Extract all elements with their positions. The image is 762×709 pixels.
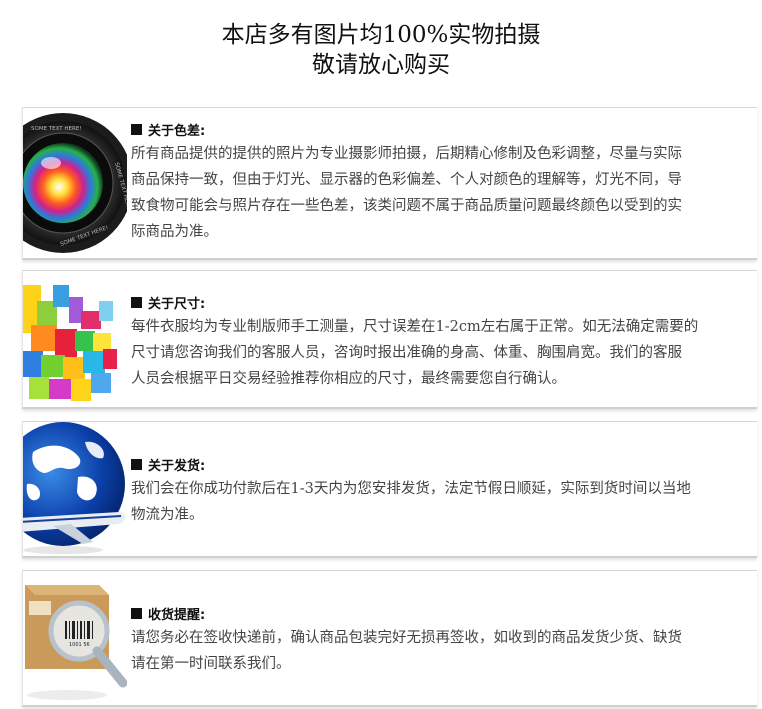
section-title-text: 关于发货: <box>148 459 206 474</box>
section-sizing: 关于尺寸: 每件衣服均为专业制版师手工测量，尺寸误差在1-2cm左右属于正常。如… <box>22 270 757 409</box>
body-line: 我们会在你成功付款后在1-3天内为您安排发货，法定节假日顺延，实际到货时间以当地 <box>131 481 691 497</box>
square-bullet-icon <box>131 297 142 308</box>
globe-airplane-image <box>23 422 127 556</box>
body-line: 商品保持一致，但由于灯光、显示器的色彩偏差、个人对颜色的理解等，灯光不同，导 <box>131 172 682 188</box>
barcode-number: 1001 56 <box>69 642 90 648</box>
section-receiving-reminder: 1001 56 收货提醒: 请您务必在签收快递前，确认商品包装完好无损再签收，如… <box>22 570 757 707</box>
camera-lens-image: SOME TEXT HERE! SOME TEXT HERE! SOME TEX… <box>23 108 127 258</box>
header-line-2: 敬请放心购买 <box>312 52 450 78</box>
header-line-1: 本店多有图片均100%实物拍摄 <box>221 22 541 48</box>
section-color-difference: SOME TEXT HERE! SOME TEXT HERE! SOME TEX… <box>22 107 757 260</box>
body-line: 请在第一时间联系我们。 <box>131 656 291 672</box>
section-title: 关于色差: <box>131 120 757 139</box>
body-line: 所有商品提供的提供的照片为专业摄影师拍摄，后期精心修制及色彩调整，尽量与实际 <box>131 146 682 162</box>
section-content: 关于发货: 我们会在你成功付款后在1-3天内为您安排发货，法定节假日顺延，实际到… <box>131 455 757 528</box>
square-bullet-icon <box>131 124 142 135</box>
colored-cubes-image <box>23 271 127 407</box>
section-body: 请您务必在签收快递前，确认商品包装完好无损再签收，如收到的商品发货少货、缺货 请… <box>131 625 757 677</box>
section-title: 关于发货: <box>131 455 757 474</box>
body-line: 物流为准。 <box>131 507 204 523</box>
section-title-text: 关于尺寸: <box>148 297 206 312</box>
section-title-text: 关于色差: <box>148 124 206 139</box>
section-content: 关于色差: 所有商品提供的提供的照片为专业摄影师拍摄，后期精心修制及色彩调整，尽… <box>131 120 757 245</box>
square-bullet-icon <box>131 459 142 470</box>
section-body: 我们会在你成功付款后在1-3天内为您安排发货，法定节假日顺延，实际到货时间以当地… <box>131 476 757 528</box>
page-header: 本店多有图片均100%实物拍摄 敬请放心购买 <box>0 20 762 80</box>
body-line: 每件衣服均为专业制版师手工测量，尺寸误差在1-2cm左右属于正常。如无法确定需要… <box>131 319 699 335</box>
section-body: 每件衣服均为专业制版师手工测量，尺寸误差在1-2cm左右属于正常。如无法确定需要… <box>131 314 757 392</box>
section-content: 关于尺寸: 每件衣服均为专业制版师手工测量，尺寸误差在1-2cm左右属于正常。如… <box>131 293 757 392</box>
package-magnifier-image: 1001 56 <box>23 571 127 705</box>
body-line: 人员会根据平日交易经验推荐你相应的尺寸，最终需要您自行确认。 <box>131 371 566 387</box>
section-body: 所有商品提供的提供的照片为专业摄影师拍摄，后期精心修制及色彩调整，尽量与实际 商… <box>131 141 757 245</box>
section-shipping: 关于发货: 我们会在你成功付款后在1-3天内为您安排发货，法定节假日顺延，实际到… <box>22 421 757 558</box>
body-line: 致食物可能会与照片存在一些色差，该类问题不属于商品质量问题最终颜色以受到的实 <box>131 198 682 214</box>
section-content: 收货提醒: 请您务必在签收快递前，确认商品包装完好无损再签收，如收到的商品发货少… <box>131 604 757 677</box>
section-title: 关于尺寸: <box>131 293 757 312</box>
camera-text-top: SOME TEXT HERE! <box>31 126 82 132</box>
body-line: 请您务必在签收快递前，确认商品包装完好无损再签收，如收到的商品发货少货、缺货 <box>131 630 682 646</box>
body-line: 际商品为准。 <box>131 224 218 240</box>
section-title: 收货提醒: <box>131 604 757 623</box>
body-line: 尺寸请您咨询我们的客服人员，咨询时报出准确的身高、体重、胸围肩宽。我们的客服 <box>131 345 682 361</box>
section-title-text: 收货提醒: <box>148 608 206 623</box>
square-bullet-icon <box>131 608 142 619</box>
